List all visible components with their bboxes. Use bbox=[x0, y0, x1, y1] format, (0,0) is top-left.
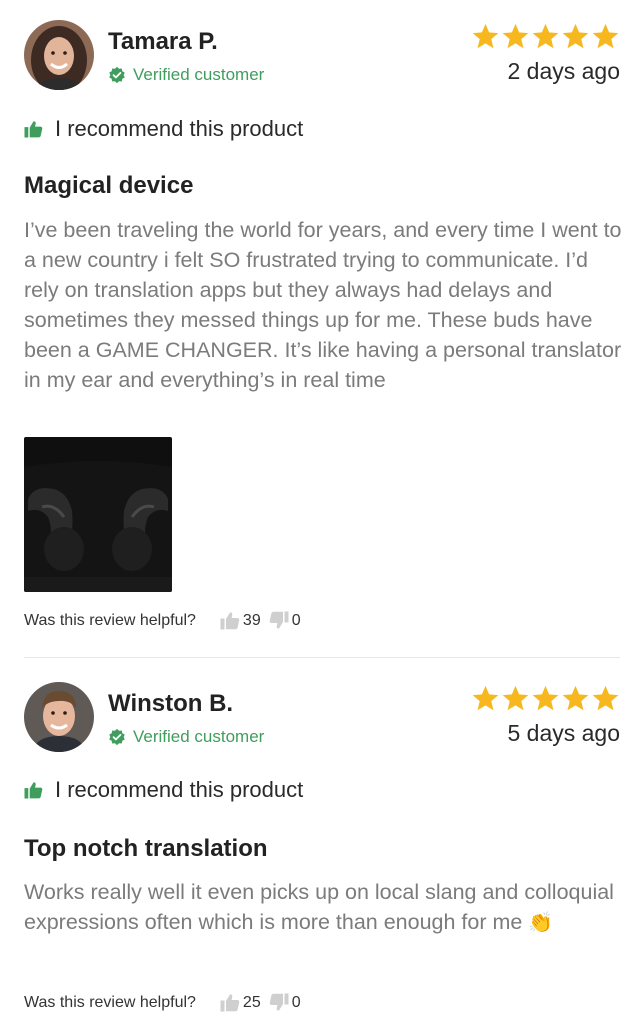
helpful-question: Was this review helpful? bbox=[24, 611, 196, 629]
thumbs-down-icon bbox=[269, 611, 289, 629]
star-icon bbox=[472, 23, 499, 49]
star-rating bbox=[471, 22, 620, 51]
star-icon bbox=[592, 685, 619, 711]
avatar bbox=[24, 682, 94, 752]
star-icon bbox=[472, 685, 499, 711]
helpful-votes: Was this review helpful? 25 0 bbox=[24, 993, 309, 1012]
star-rating bbox=[471, 684, 620, 713]
helpful-no-count: 0 bbox=[291, 993, 301, 1011]
review-body: I’ve been traveling the world for years,… bbox=[24, 218, 622, 392]
reviewer-name: Winston B. bbox=[108, 690, 234, 717]
thumbs-down-icon bbox=[269, 993, 289, 1011]
helpful-votes: Was this review helpful? 39 0 bbox=[24, 611, 309, 630]
verified-badge-icon bbox=[109, 66, 125, 84]
helpful-no-button[interactable]: 0 bbox=[269, 611, 301, 630]
verified-badge-icon bbox=[109, 728, 125, 746]
thumbs-up-icon bbox=[220, 994, 240, 1012]
review-title: Magical device bbox=[24, 172, 194, 199]
star-icon bbox=[592, 23, 619, 49]
review-photo[interactable] bbox=[24, 437, 172, 592]
thumbs-up-icon bbox=[24, 782, 43, 799]
recommend-indicator: I recommend this product bbox=[24, 116, 303, 142]
review-body-text: Works really well it even picks up on lo… bbox=[24, 880, 614, 934]
avatar bbox=[24, 20, 94, 90]
star-icon bbox=[562, 685, 589, 711]
star-icon bbox=[532, 685, 559, 711]
helpful-no-count: 0 bbox=[291, 611, 301, 629]
verified-label: Verified customer bbox=[133, 65, 265, 84]
thumbs-up-icon bbox=[220, 612, 240, 630]
helpful-yes-count: 39 bbox=[242, 611, 261, 629]
helpful-yes-button[interactable]: 25 bbox=[220, 993, 261, 1012]
star-icon bbox=[502, 685, 529, 711]
review-date: 5 days ago bbox=[507, 720, 620, 746]
review-divider bbox=[24, 657, 620, 658]
review-body: Works really well it even picks up on lo… bbox=[24, 877, 624, 938]
helpful-yes-button[interactable]: 39 bbox=[220, 611, 261, 630]
reviewer-name: Tamara P. bbox=[108, 28, 218, 55]
star-icon bbox=[502, 23, 529, 49]
verified-customer-badge: Verified customer bbox=[108, 727, 264, 747]
helpful-question: Was this review helpful? bbox=[24, 993, 196, 1011]
verified-customer-badge: Verified customer bbox=[108, 65, 264, 85]
helpful-yes-count: 25 bbox=[242, 993, 261, 1011]
recommend-indicator: I recommend this product bbox=[24, 777, 303, 803]
recommend-label: I recommend this product bbox=[55, 116, 304, 141]
helpful-no-button[interactable]: 0 bbox=[269, 993, 301, 1012]
recommend-label: I recommend this product bbox=[55, 777, 304, 802]
clapping-hands-emoji: 👏 bbox=[528, 912, 554, 934]
star-icon bbox=[562, 23, 589, 49]
review-title: Top notch translation bbox=[24, 835, 268, 862]
review-date: 2 days ago bbox=[507, 58, 620, 84]
verified-label: Verified customer bbox=[133, 727, 265, 746]
star-icon bbox=[532, 23, 559, 49]
thumbs-up-icon bbox=[24, 121, 43, 138]
